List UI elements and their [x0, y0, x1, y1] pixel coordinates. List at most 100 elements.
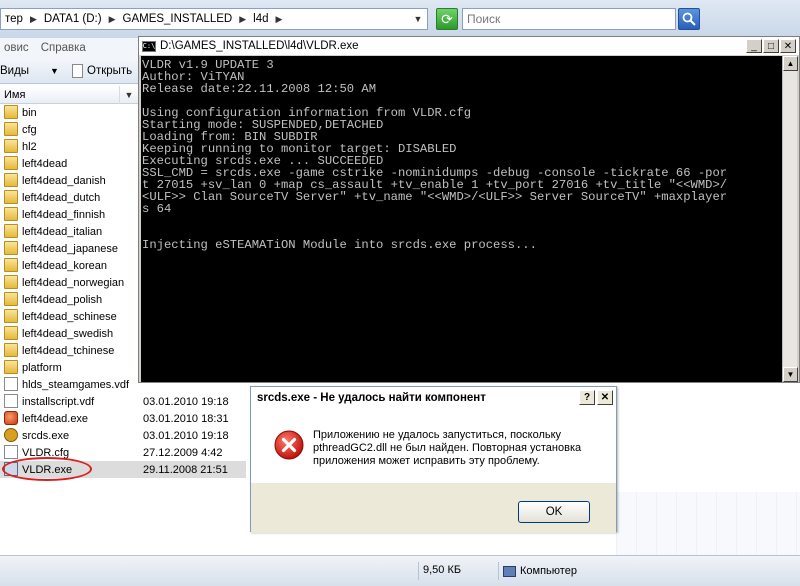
- search-input[interactable]: Поиск: [462, 8, 676, 30]
- file-name: left4dead.exe: [22, 412, 89, 425]
- console-line: s 64: [142, 202, 172, 216]
- console-line: <ULF>> Clan SourceTV Server" +tv_name "<…: [142, 190, 728, 204]
- address-bar[interactable]: тер ▶ DATA1 (D:) ▶ GAMES_INSTALLED ▶ l4d…: [0, 8, 428, 30]
- ok-button[interactable]: OK: [518, 501, 590, 523]
- console-output[interactable]: VLDR v1.9 UPDATE 3 Author: ViTYAN Release …: [141, 56, 782, 382]
- console-icon: C:\: [142, 40, 156, 52]
- console-line: Release date:22.11.2008 12:50 AM: [142, 82, 377, 96]
- file-row[interactable]: left4dead.exe 03.01.2010 18:31: [0, 410, 260, 427]
- file-date: 03.01.2010 19:18: [143, 429, 229, 442]
- scroll-up-icon[interactable]: ▲: [783, 56, 798, 71]
- file-name: hl2: [22, 140, 37, 153]
- status-location: Компьютер: [498, 562, 618, 580]
- file-icon: [4, 377, 18, 391]
- console-window[interactable]: C:\ D:\GAMES_INSTALLED\l4d\VLDR.exe _ □ …: [138, 36, 800, 383]
- file-name: bin: [22, 106, 37, 119]
- folder-icon: [4, 207, 18, 221]
- file-date: 29.11.2008 21:51: [143, 463, 228, 476]
- file-name: left4dead_japanese: [22, 242, 119, 255]
- file-name: hlds_steamgames.vdf: [22, 378, 129, 391]
- dialog-message-line: приложения может исправить эту проблему.: [313, 455, 540, 467]
- file-name: platform: [22, 361, 62, 374]
- file-row[interactable]: installscript.vdf 03.01.2010 19:18: [0, 393, 260, 410]
- breadcrumb-computer[interactable]: тер: [1, 13, 27, 25]
- dialog-close-button[interactable]: ✕: [597, 390, 613, 405]
- folder-icon: [4, 224, 18, 238]
- status-bar: 9,50 КБ Компьютер: [0, 555, 800, 586]
- console-title: D:\GAMES_INSTALLED\l4d\VLDR.exe: [160, 40, 359, 52]
- half-life-icon: [4, 428, 18, 442]
- error-dialog[interactable]: srcds.exe - Не удалось найти компонент ?…: [250, 386, 617, 533]
- minimize-icon: _: [751, 40, 757, 52]
- maximize-button[interactable]: □: [763, 39, 779, 53]
- dialog-help-button[interactable]: ?: [579, 390, 595, 405]
- breadcrumb-arrow-icon[interactable]: ▶: [106, 14, 119, 25]
- address-toolbar: тер ▶ DATA1 (D:) ▶ GAMES_INSTALLED ▶ l4d…: [0, 0, 800, 38]
- minimize-button[interactable]: _: [746, 39, 762, 53]
- close-button[interactable]: ✕: [780, 39, 796, 53]
- file-name: left4dead_italian: [22, 225, 103, 238]
- file-name: left4dead_tchinese: [22, 344, 115, 357]
- file-name: srcds.exe: [22, 429, 70, 442]
- console-scrollbar[interactable]: ▲ ▼: [782, 56, 798, 382]
- folder-icon: [4, 258, 18, 272]
- breadcrumb-drive[interactable]: DATA1 (D:): [40, 13, 106, 25]
- folder-icon: [4, 292, 18, 306]
- file-date: 03.01.2010 19:18: [143, 395, 229, 408]
- file-name: left4dead_finnish: [22, 208, 106, 221]
- file-name: left4dead_dutch: [22, 191, 101, 204]
- file-date: 27.12.2009 4:42: [143, 446, 223, 459]
- file-name: left4dead_norwegian: [22, 276, 125, 289]
- status-location-label: Компьютер: [520, 565, 577, 577]
- breadcrumb-arrow-icon[interactable]: ▶: [27, 14, 40, 25]
- file-row[interactable]: srcds.exe 03.01.2010 19:18: [0, 427, 260, 444]
- status-file-size: 9,50 КБ: [418, 562, 498, 580]
- column-header-name[interactable]: Имя: [0, 86, 120, 104]
- dialog-message: Приложению не удалось запуститься, поско…: [313, 429, 603, 468]
- file-name: cfg: [22, 123, 37, 136]
- scroll-down-icon[interactable]: ▼: [783, 367, 798, 382]
- folder-icon: [4, 139, 18, 153]
- breadcrumb-games-installed[interactable]: GAMES_INSTALLED: [119, 13, 237, 25]
- open-label: Открыть: [87, 64, 133, 77]
- breadcrumb-l4d[interactable]: l4d: [249, 13, 272, 25]
- folder-icon: [4, 156, 18, 170]
- highlight-circle: [2, 457, 92, 481]
- breadcrumb-arrow-icon[interactable]: ▶: [236, 14, 249, 25]
- file-name: left4dead: [22, 157, 68, 170]
- help-icon: ?: [583, 392, 591, 403]
- left4dead-app-icon: [4, 411, 18, 425]
- search-icon: [682, 12, 696, 26]
- dialog-titlebar[interactable]: srcds.exe - Не удалось найти компонент ?…: [251, 387, 616, 409]
- close-icon: ✕: [783, 40, 793, 52]
- close-icon: ✕: [600, 392, 610, 403]
- folder-icon: [4, 326, 18, 340]
- dialog-message-line: pthreadGC2.dll не был найден. Повторная …: [313, 442, 582, 454]
- sort-dropdown-icon[interactable]: ▼: [122, 86, 136, 104]
- dialog-body: Приложению не удалось запуститься, поско…: [251, 409, 616, 483]
- dialog-title: srcds.exe - Не удалось найти компонент: [257, 392, 486, 404]
- folder-icon: [4, 173, 18, 187]
- dialog-message-line: Приложению не удалось запуститься, поско…: [313, 429, 562, 441]
- file-date: 03.01.2010 18:31: [143, 412, 229, 425]
- folder-icon: [4, 241, 18, 255]
- menu-item-help[interactable]: Справка: [37, 42, 94, 54]
- dialog-footer: OK: [251, 483, 616, 533]
- search-button[interactable]: [678, 8, 700, 30]
- breadcrumb-arrow-icon[interactable]: ▶: [273, 14, 286, 25]
- views-dropdown-icon[interactable]: ▼: [50, 66, 64, 76]
- address-dropdown-icon[interactable]: ▼: [409, 9, 427, 29]
- refresh-button[interactable]: ⟳: [436, 8, 458, 30]
- console-titlebar[interactable]: C:\ D:\GAMES_INSTALLED\l4d\VLDR.exe _ □ …: [139, 37, 799, 55]
- document-icon: [72, 63, 83, 78]
- menu-item-service[interactable]: овис: [0, 42, 37, 54]
- list-background: [616, 492, 800, 555]
- file-icon: [4, 445, 18, 459]
- folder-icon: [4, 105, 18, 119]
- views-button[interactable]: Виды: [0, 65, 50, 77]
- open-button[interactable]: Открыть: [72, 63, 133, 78]
- file-name: left4dead_schinese: [22, 310, 117, 323]
- file-name: left4dead_polish: [22, 293, 103, 306]
- file-name: left4dead_korean: [22, 259, 108, 272]
